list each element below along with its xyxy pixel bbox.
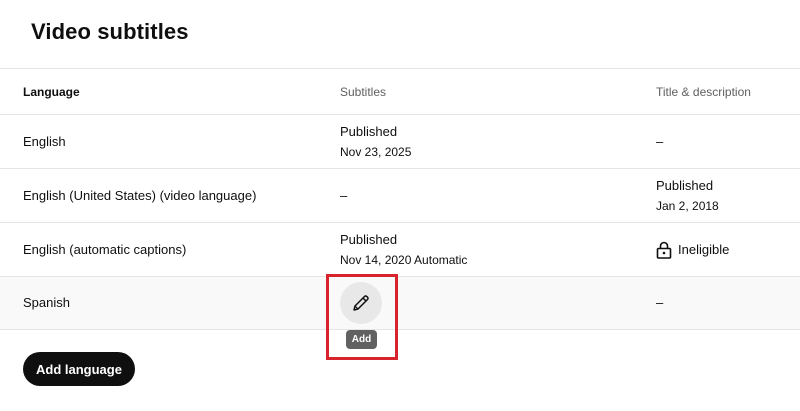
subtitles-status-text: Published — [340, 231, 398, 247]
add-subtitles-button[interactable] — [340, 282, 382, 324]
language-name: Spanish — [23, 295, 70, 310]
title-description-status: Ineligible — [656, 223, 796, 276]
subtitles-date: Nov 23, 2025 — [340, 144, 412, 159]
table-row[interactable]: English (United States) (video language)… — [0, 168, 800, 222]
subtitles-table: Language Subtitles Title & description E… — [0, 68, 800, 330]
subtitles-status-text: – — [340, 187, 348, 203]
header-title-description: Title & description — [656, 84, 751, 99]
title-description-status-text: – — [656, 295, 664, 310]
subtitles-status[interactable]: Published Nov 14, 2020 Automatic — [340, 223, 630, 276]
lock-icon — [656, 241, 672, 259]
table-row[interactable]: English Published Nov 23, 2025 – — [0, 114, 800, 168]
subtitles-status[interactable]: Published Nov 23, 2025 — [340, 115, 630, 168]
ineligible-status: Ineligible — [656, 241, 796, 259]
title-description-status[interactable]: – — [656, 115, 796, 168]
add-language-button[interactable]: Add language — [23, 352, 135, 386]
title-description-status[interactable]: – — [656, 277, 796, 329]
subtitles-status[interactable]: – — [340, 169, 630, 222]
add-tooltip: Add — [346, 330, 377, 349]
language-name: English (automatic captions) — [23, 241, 187, 257]
table-row[interactable]: Spanish – — [0, 276, 800, 330]
pencil-icon — [353, 295, 369, 311]
title-description-date: Jan 2, 2018 — [656, 198, 719, 213]
table-header-row: Language Subtitles Title & description — [0, 68, 800, 114]
title-description-status-text: Published — [656, 177, 714, 193]
language-name: English — [23, 133, 66, 149]
language-name: English (United States) (video language) — [23, 187, 257, 203]
subtitles-date: Nov 14, 2020 Automatic — [340, 252, 468, 267]
ineligible-text: Ineligible — [678, 241, 730, 257]
header-subtitles: Subtitles — [340, 84, 387, 99]
subtitles-status-text: Published — [340, 123, 398, 139]
add-subtitles-highlight: Add — [326, 274, 398, 360]
table-row[interactable]: English (automatic captions) Published N… — [0, 222, 800, 276]
page-title: Video subtitles — [31, 19, 189, 44]
title-description-status[interactable]: Published Jan 2, 2018 — [656, 169, 796, 222]
title-description-status-text: – — [656, 133, 664, 149]
header-language: Language — [23, 84, 80, 99]
